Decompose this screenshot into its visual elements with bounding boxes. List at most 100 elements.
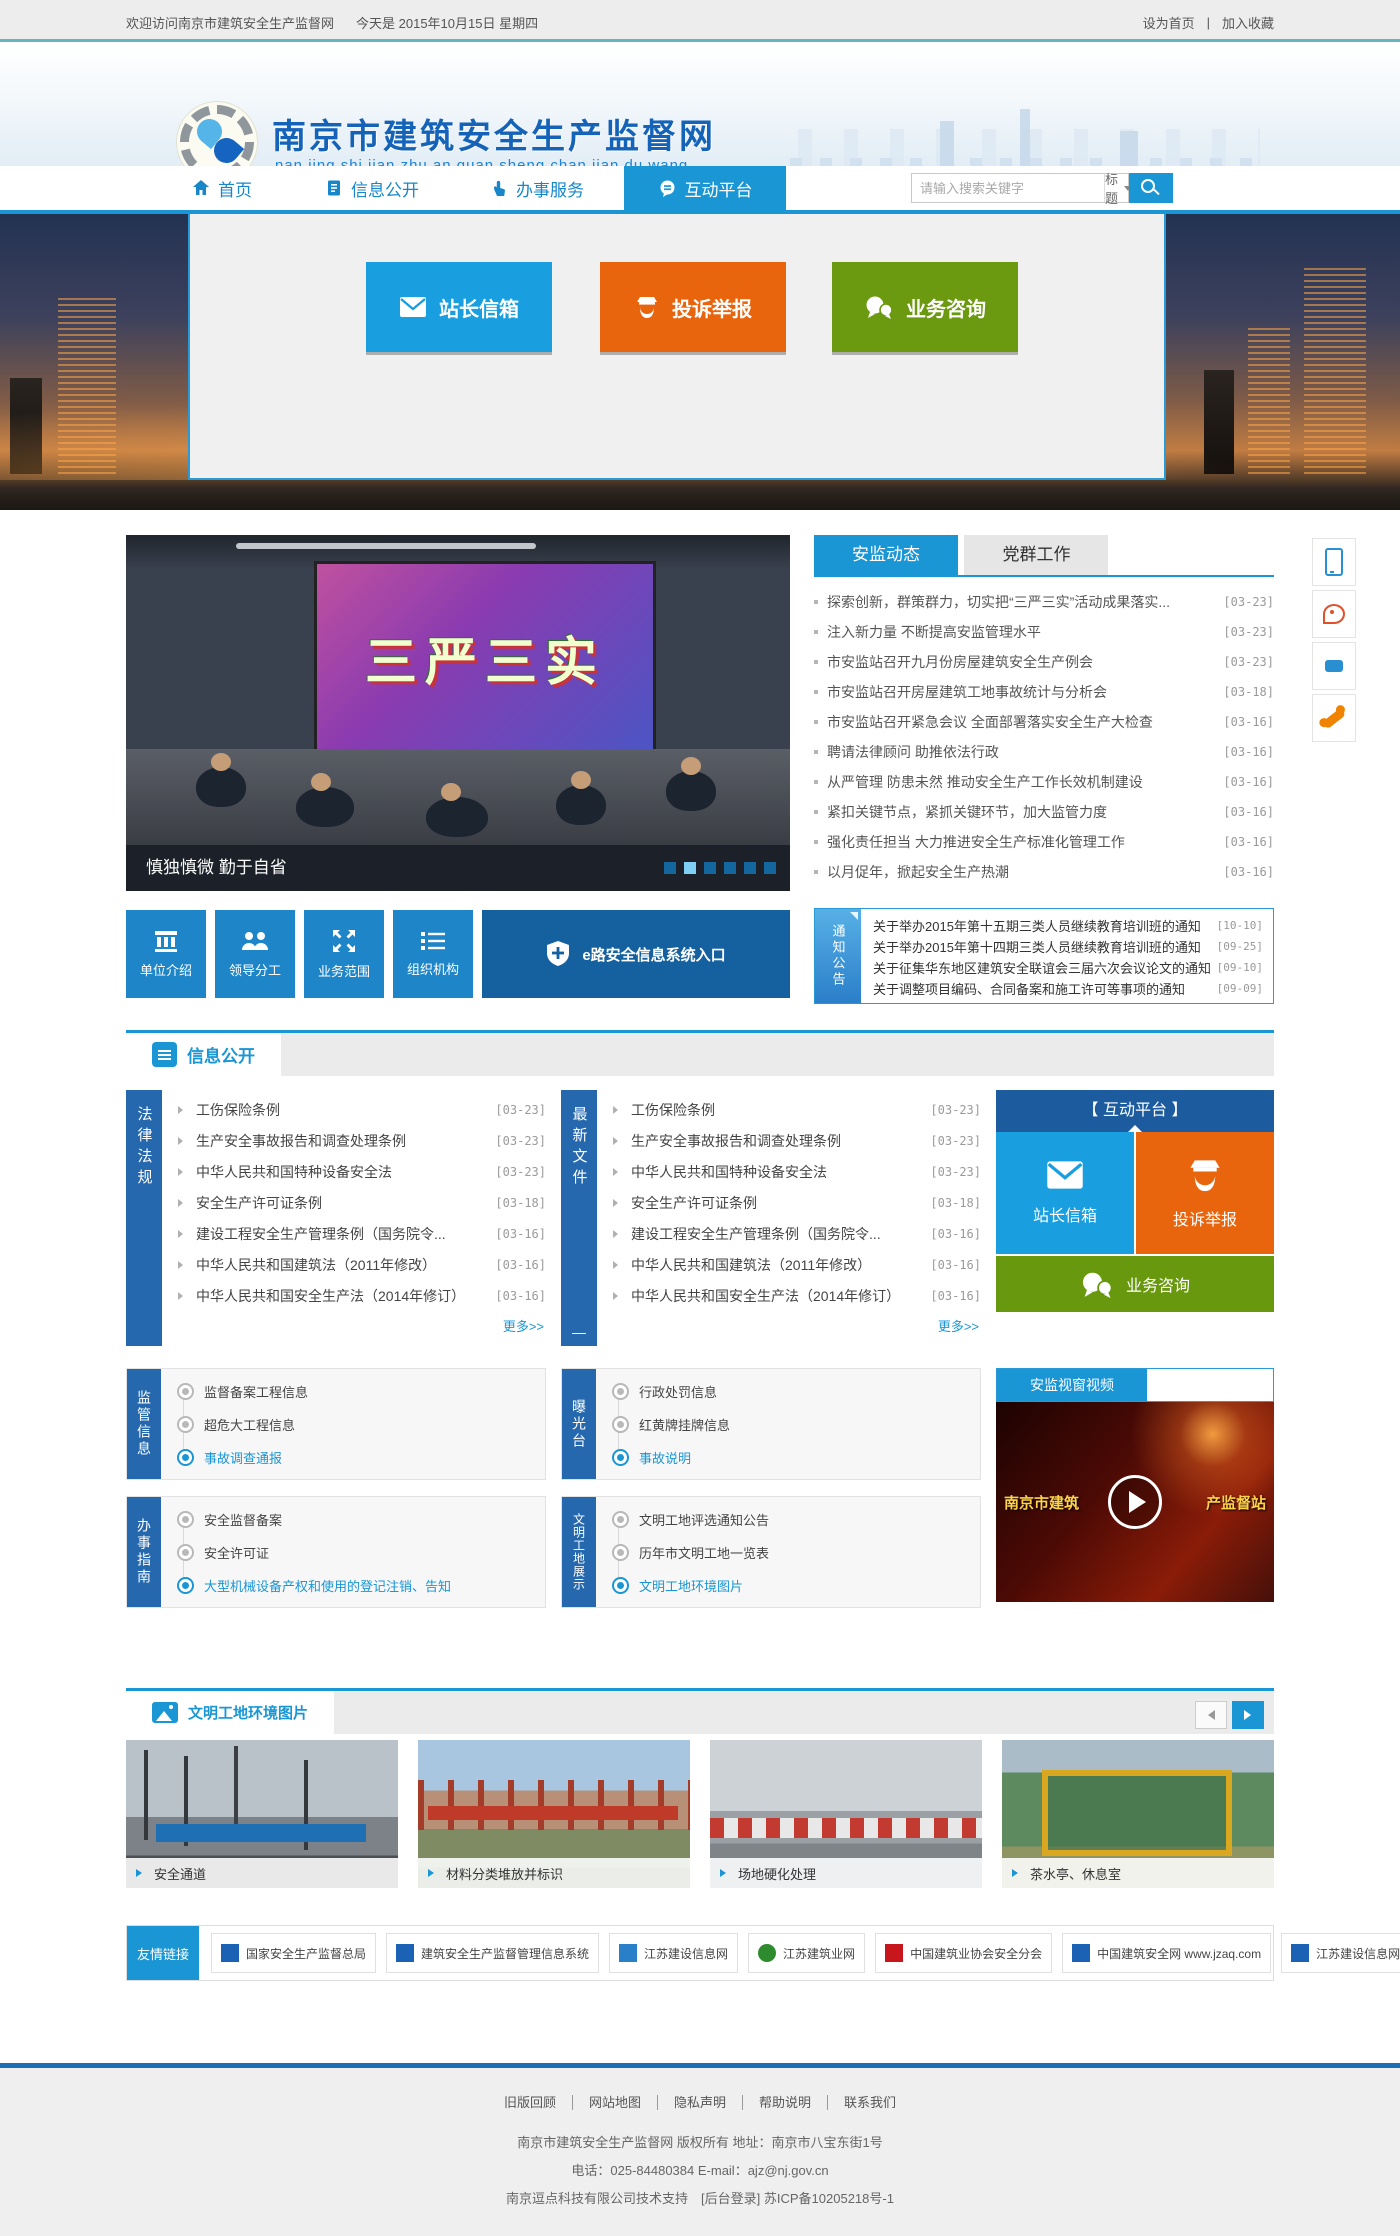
gallery-next-button[interactable] <box>1232 1701 1264 1729</box>
set-home-link[interactable]: 设为首页 <box>1143 13 1195 32</box>
weibo-button[interactable] <box>1312 590 1356 638</box>
list-item[interactable]: 中华人民共和国特种设备安全法 [03-23] <box>613 1156 981 1187</box>
news-item[interactable]: 市安监站召开房屋建筑工地事故统计与分析会 [03-18] <box>814 677 1274 707</box>
list-item[interactable]: 中华人民共和国安全生产法（2014年修订） [03-16] <box>178 1280 546 1311</box>
tab-safety-news[interactable]: 安监动态 <box>814 535 958 575</box>
news-item[interactable]: 市安监站召开九月份房屋建筑安全生产例会 [03-23] <box>814 647 1274 677</box>
list-item[interactable]: 中华人民共和国安全生产法（2014年修订） [03-16] <box>613 1280 981 1311</box>
gallery-photo-hardened-ground[interactable]: 场地硬化处理 <box>710 1740 982 1888</box>
quicklink-organization[interactable]: 组织机构 <box>393 910 473 998</box>
option-item[interactable]: 文明工地评选通知公告 <box>562 1503 980 1536</box>
friend-link[interactable]: 江苏建设信息网 <box>609 1933 738 1973</box>
friend-link[interactable]: 中国建筑业协会安全分会 <box>875 1933 1052 1973</box>
list-item[interactable]: 生产安全事故报告和调查处理条例 [03-23] <box>178 1125 546 1156</box>
list-item[interactable]: 安全生产许可证条例 [03-18] <box>178 1187 546 1218</box>
option-item[interactable]: 事故说明 <box>562 1441 980 1474</box>
notice-item[interactable]: 关于举办2015年第十四期三类人员继续教育培训班的通知 [09-25] <box>873 936 1263 957</box>
option-item[interactable]: 红黄牌挂牌信息 <box>562 1408 980 1441</box>
news-slideshow[interactable]: 三严三实 慎独慎微 勤于自省 <box>126 535 790 891</box>
gallery-prev-button[interactable] <box>1195 1701 1227 1729</box>
search-category-dropdown[interactable]: 标题 <box>1104 174 1132 202</box>
search-input[interactable] <box>912 181 1104 196</box>
option-item[interactable]: 监督备案工程信息 <box>127 1375 545 1408</box>
gallery-photo-rest-area[interactable]: 茶水亭、休息室 <box>1002 1740 1274 1888</box>
friend-link[interactable]: 建筑安全生产监督管理信息系统 <box>386 1933 599 1973</box>
slideshow-dot[interactable] <box>704 862 716 874</box>
nav-item-services[interactable]: 办事服务 <box>490 166 584 210</box>
option-item[interactable]: 历年市文明工地一览表 <box>562 1536 980 1569</box>
quicklink-safety-system-entry[interactable]: e路安全信息系统入口 <box>482 910 790 998</box>
news-item[interactable]: 市安监站召开紧急会议 全面部署落实安全生产大检查 [03-16] <box>814 707 1274 737</box>
slideshow-dot[interactable] <box>724 862 736 874</box>
quicklink-leadership[interactable]: 领导分工 <box>215 910 295 998</box>
list-item[interactable]: 安全生产许可证条例 [03-18] <box>613 1187 981 1218</box>
footer-link[interactable]: 隐私声明 <box>658 2095 743 2110</box>
business-consult-button[interactable]: 业务咨询 <box>832 262 1018 352</box>
slide-screen-text: 三严三实 <box>365 620 605 695</box>
list-item[interactable]: 中华人民共和国建筑法（2011年修改） [03-16] <box>178 1249 546 1280</box>
online-chat-button[interactable] <box>1312 642 1356 690</box>
list-item[interactable]: 建设工程安全生产管理条例（国务院令... [03-16] <box>178 1218 546 1249</box>
list-item[interactable]: 中华人民共和国建筑法（2011年修改） [03-16] <box>613 1249 981 1280</box>
notice-item[interactable]: 关于征集华东地区建筑安全联谊会三届六次会议论文的通知 [09-10] <box>873 957 1263 978</box>
option-item[interactable]: 行政处罚信息 <box>562 1375 980 1408</box>
gallery-photo-safe-passage[interactable]: 安全通道 <box>126 1740 398 1888</box>
tab-party-work[interactable]: 党群工作 <box>964 535 1108 575</box>
quicklink-unit-intro[interactable]: 单位介绍 <box>126 910 206 998</box>
slideshow-dot[interactable] <box>764 862 776 874</box>
footer-link[interactable]: 联系我们 <box>828 2095 912 2110</box>
nav-item-interact[interactable]: 互动平台 <box>624 166 786 210</box>
gallery-photo-material-stacking[interactable]: 材料分类堆放并标识 <box>418 1740 690 1888</box>
list-item[interactable]: 建设工程安全生产管理条例（国务院令... [03-16] <box>613 1218 981 1249</box>
footer-link[interactable]: 网站地图 <box>573 2095 658 2110</box>
add-favorite-link[interactable]: 加入收藏 <box>1222 13 1274 32</box>
more-link[interactable]: 更多>> <box>503 1316 544 1335</box>
option-item[interactable]: 事故调查通报 <box>127 1441 545 1474</box>
option-item[interactable]: 安全许可证 <box>127 1536 545 1569</box>
mobile-site-button[interactable] <box>1312 538 1356 586</box>
play-icon[interactable] <box>1108 1475 1162 1529</box>
footer-link[interactable]: 旧版回顾 <box>488 2095 573 2110</box>
news-item[interactable]: 探索创新，群策群力，切实把“三严三实”活动成果落实... [03-23] <box>814 587 1274 617</box>
option-item[interactable]: 安全监督备案 <box>127 1503 545 1536</box>
quicklink-business-scope[interactable]: 业务范围 <box>304 910 384 998</box>
news-item[interactable]: 注入新力量 不断提高安监管理水平 [03-23] <box>814 617 1274 647</box>
friend-link[interactable]: 中国建筑安全网 www.jzaq.com <box>1062 1933 1271 1973</box>
option-item[interactable]: 超危大工程信息 <box>127 1408 545 1441</box>
search-button[interactable] <box>1129 173 1173 203</box>
notice-item[interactable]: 关于举办2015年第十五期三类人员继续教育培训班的通知 [10-10] <box>873 915 1263 936</box>
slideshow-dot[interactable] <box>664 862 676 874</box>
option-item[interactable]: 文明工地环境图片 <box>562 1569 980 1602</box>
webmaster-mailbox-tile[interactable]: 站长信箱 <box>996 1132 1134 1254</box>
business-consult-tile[interactable]: 业务咨询 <box>996 1256 1274 1312</box>
friend-link[interactable]: 江苏建设信息网 <box>1281 1933 1400 1973</box>
complaint-report-button[interactable]: 投诉举报 <box>600 262 786 352</box>
webmaster-mailbox-button[interactable]: 站长信箱 <box>366 262 552 352</box>
list-item[interactable]: 工伤保险条例 [03-23] <box>613 1094 981 1125</box>
info-section-tab[interactable]: 信息公开 <box>126 1033 281 1076</box>
footer-link[interactable]: 帮助说明 <box>743 2095 828 2110</box>
news-item[interactable]: 强化责任担当 大力推进安全生产标准化管理工作 [03-16] <box>814 827 1274 857</box>
news-item[interactable]: 紧扣关键节点，紧抓关键环节，加大监管力度 [03-16] <box>814 797 1274 827</box>
option-item[interactable]: 大型机械设备产权和使用的登记注销、告知 <box>127 1569 545 1602</box>
gallery-section-tab[interactable]: 文明工地环境图片 <box>126 1691 334 1734</box>
phone-button[interactable] <box>1312 694 1356 742</box>
slideshow-dot[interactable] <box>684 862 696 874</box>
nav-item-info[interactable]: 信息公开 <box>325 166 419 210</box>
slideshow-dot[interactable] <box>744 862 756 874</box>
doc-icon <box>325 179 343 197</box>
news-item[interactable]: 聘请法律顾问 助推依法行政 [03-16] <box>814 737 1274 767</box>
list-item[interactable]: 生产安全事故报告和调查处理条例 [03-23] <box>613 1125 981 1156</box>
collapse-icon[interactable]: — <box>561 1324 597 1340</box>
news-item[interactable]: 以月促年，掀起安全生产热潮 [03-16] <box>814 857 1274 887</box>
list-item[interactable]: 工伤保险条例 [03-23] <box>178 1094 546 1125</box>
news-item[interactable]: 从严管理 防患未然 推动安全生产工作长效机制建设 [03-16] <box>814 767 1274 797</box>
video-thumbnail[interactable]: 南京市建筑 产监督站 <box>996 1402 1274 1602</box>
more-link[interactable]: 更多>> <box>938 1316 979 1335</box>
friend-link[interactable]: 国家安全生产监督总局 <box>211 1933 376 1973</box>
nav-item-home[interactable]: 首页 <box>192 166 252 210</box>
complaint-report-tile[interactable]: 投诉举报 <box>1136 1132 1274 1254</box>
list-item[interactable]: 中华人民共和国特种设备安全法 [03-23] <box>178 1156 546 1187</box>
notice-item[interactable]: 关于调整项目编码、合同备案和施工许可等事项的通知 [09-09] <box>873 978 1263 999</box>
friend-link[interactable]: 江苏建筑业网 <box>748 1933 865 1973</box>
